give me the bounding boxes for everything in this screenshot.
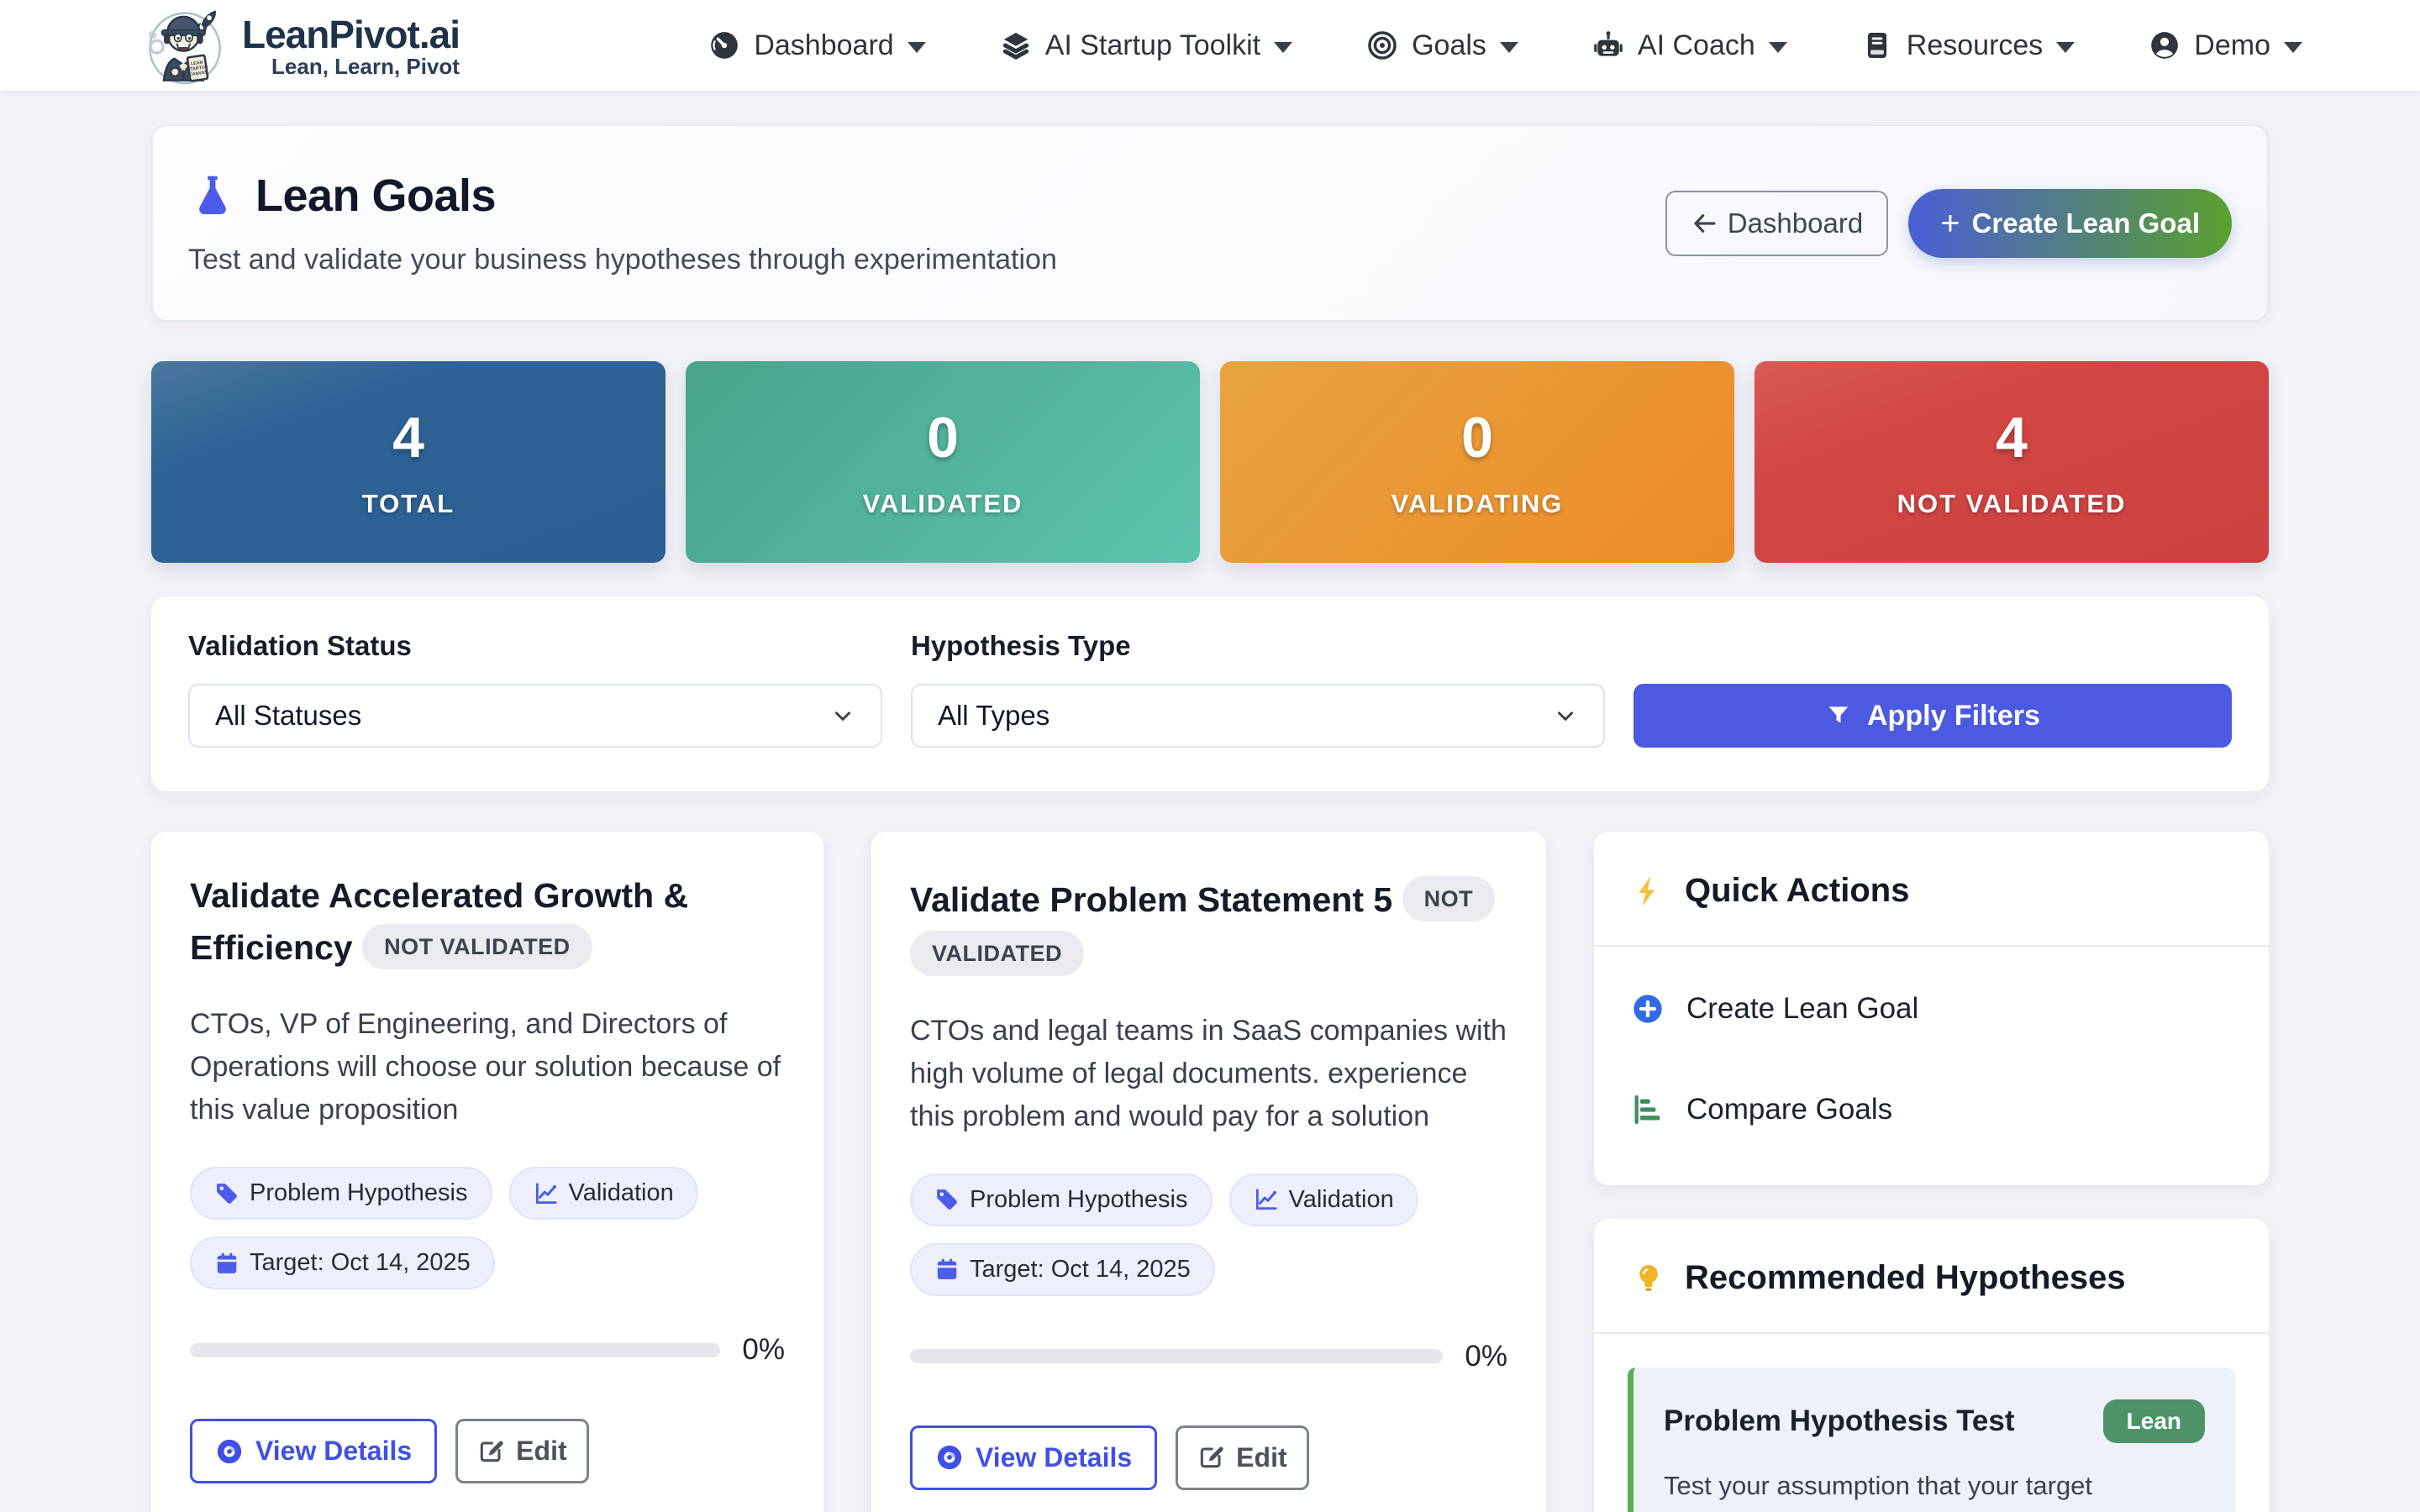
- page-title: Lean Goals: [255, 170, 496, 222]
- hypothesis-type-label: Hypothesis Type: [911, 630, 1605, 662]
- tag-validation: Validation: [509, 1167, 698, 1220]
- bar-chart-icon: [1631, 1093, 1665, 1126]
- quick-action-create-lean-goal[interactable]: Create Lean Goal: [1594, 958, 2269, 1059]
- eye-icon: [215, 1437, 244, 1466]
- top-navbar: LEAN STARTUP CANVAS LeanPivot.ai Lean, L…: [0, 0, 2420, 91]
- edit-button[interactable]: Edit: [1176, 1425, 1308, 1490]
- edit-button[interactable]: Edit: [455, 1419, 588, 1483]
- goals-grid: Validate Accelerated Growth & Efficiency…: [151, 832, 2269, 1512]
- calendar-icon: [214, 1251, 239, 1276]
- chevron-down-icon: [1500, 42, 1518, 53]
- chevron-down-icon: [2056, 42, 2075, 53]
- nav-item-ai-startup-toolkit[interactable]: AI Startup Toolkit: [1000, 29, 1292, 62]
- funnel-icon: [1825, 702, 1852, 729]
- chevron-down-icon: [1274, 42, 1292, 53]
- book-icon: [1861, 29, 1893, 61]
- progress-percent: 0%: [742, 1333, 785, 1367]
- goal-title: Validate Problem Statement 5: [910, 880, 1392, 919]
- calendar-icon: [934, 1257, 960, 1282]
- nav-item-resources[interactable]: Resources: [1861, 29, 2075, 62]
- tag-problem-hypothesis: Problem Hypothesis: [190, 1167, 492, 1220]
- plus-circle-icon: [1631, 992, 1665, 1026]
- lightning-icon: [1631, 874, 1666, 909]
- right-sidebar: Quick Actions Create Lean Goal Compare G…: [1594, 832, 2269, 1512]
- speedometer-icon: [708, 29, 740, 61]
- mascot-logo-icon: LEAN STARTUP CANVAS: [143, 3, 227, 87]
- nav-item-goals[interactable]: Goals: [1366, 29, 1518, 62]
- validation-status-label: Validation Status: [188, 630, 882, 662]
- tag-icon: [214, 1181, 239, 1206]
- view-details-button[interactable]: View Details: [190, 1419, 437, 1483]
- layers-icon: [1000, 29, 1032, 61]
- brand-logo[interactable]: LEAN STARTUP CANVAS LeanPivot.ai Lean, L…: [143, 3, 460, 87]
- recommended-hypotheses-panel: Recommended Hypotheses Problem Hypothesi…: [1594, 1219, 2269, 1512]
- flask-icon: [188, 171, 237, 220]
- brand-name: LeanPivot.ai: [242, 12, 460, 57]
- progress-bar: [190, 1343, 720, 1357]
- tag-icon: [934, 1187, 960, 1212]
- recommended-hypothesis-card[interactable]: Problem Hypothesis Test Lean Test your a…: [1628, 1368, 2235, 1512]
- hypothesis-type-select[interactable]: All Types: [911, 684, 1605, 748]
- apply-filters-button[interactable]: Apply Filters: [1634, 684, 2232, 748]
- lean-badge: Lean: [2103, 1399, 2205, 1443]
- nav-menu: Dashboard AI Startup Toolkit Goals AI Co…: [708, 29, 2302, 62]
- bullseye-icon: [1366, 29, 1398, 61]
- validation-status-select[interactable]: All Statuses: [188, 684, 882, 748]
- brand-tagline: Lean, Learn, Pivot: [271, 54, 460, 80]
- page-header-panel: Lean Goals Test and validate your busine…: [151, 124, 2269, 322]
- stat-card-validated: 0 VALIDATED: [686, 361, 1200, 563]
- pencil-square-icon: [1197, 1444, 1224, 1471]
- tag-problem-hypothesis: Problem Hypothesis: [910, 1173, 1213, 1226]
- quick-actions-title: Quick Actions: [1685, 872, 1909, 910]
- stat-card-total: 4 TOTAL: [151, 361, 666, 563]
- goal-description: CTOs, VP of Engineering, and Directors o…: [190, 1003, 785, 1131]
- chevron-down-icon: [830, 703, 855, 728]
- plus-icon: +: [1940, 210, 1960, 237]
- pencil-square-icon: [477, 1438, 504, 1465]
- tag-target-date: Target: Oct 14, 2025: [910, 1243, 1215, 1296]
- nav-item-dashboard[interactable]: Dashboard: [708, 29, 925, 62]
- hypothesis-card-title: Problem Hypothesis Test: [1664, 1399, 2015, 1438]
- robot-icon: [1592, 29, 1624, 61]
- filters-panel: Validation Status All Statuses Hypothesi…: [151, 596, 2269, 791]
- goal-card: Validate Accelerated Growth & Efficiency…: [151, 832, 823, 1512]
- view-details-button[interactable]: View Details: [910, 1425, 1157, 1490]
- lightbulb-icon: [1631, 1261, 1666, 1296]
- create-lean-goal-button[interactable]: + Create Lean Goal: [1908, 189, 2232, 258]
- graph-up-icon: [1254, 1187, 1279, 1212]
- chevron-down-icon: [2284, 42, 2302, 53]
- status-badge: NOT VALIDATED: [362, 924, 592, 969]
- tag-target-date: Target: Oct 14, 2025: [190, 1236, 495, 1289]
- chevron-down-icon: [1769, 42, 1787, 53]
- goal-card: Validate Problem Statement 5 NOT VALIDAT…: [871, 832, 1546, 1512]
- page-subtitle: Test and validate your business hypothes…: [188, 244, 1057, 276]
- arrow-left-icon: [1691, 210, 1718, 237]
- recommended-hypotheses-title: Recommended Hypotheses: [1685, 1259, 2126, 1297]
- page-content: Lean Goals Test and validate your busine…: [0, 91, 2420, 1512]
- stats-row: 4 TOTAL 0 VALIDATED 0 VALIDATING 4 NOT V…: [151, 361, 2269, 563]
- nav-item-ai-coach[interactable]: AI Coach: [1592, 29, 1787, 62]
- stat-card-validating: 0 VALIDATING: [1220, 361, 1734, 563]
- hypothesis-card-description: Test your assumption that your target au…: [1664, 1465, 2205, 1512]
- chevron-down-icon: [908, 42, 926, 53]
- eye-icon: [935, 1443, 964, 1472]
- nav-item-user-demo[interactable]: Demo: [2149, 29, 2302, 62]
- back-to-dashboard-button[interactable]: Dashboard: [1665, 191, 1888, 256]
- quick-action-compare-goals[interactable]: Compare Goals: [1594, 1059, 2269, 1160]
- chevron-down-icon: [1553, 703, 1578, 728]
- graph-up-icon: [534, 1181, 559, 1206]
- tag-validation: Validation: [1229, 1173, 1418, 1226]
- goal-description: CTOs and legal teams in SaaS companies w…: [910, 1010, 1507, 1138]
- progress-bar: [910, 1349, 1443, 1363]
- progress-percent: 0%: [1465, 1340, 1507, 1373]
- quick-actions-panel: Quick Actions Create Lean Goal Compare G…: [1594, 832, 2269, 1185]
- person-circle-icon: [2149, 29, 2181, 61]
- stat-card-not-validated: 4 NOT VALIDATED: [1754, 361, 2269, 563]
